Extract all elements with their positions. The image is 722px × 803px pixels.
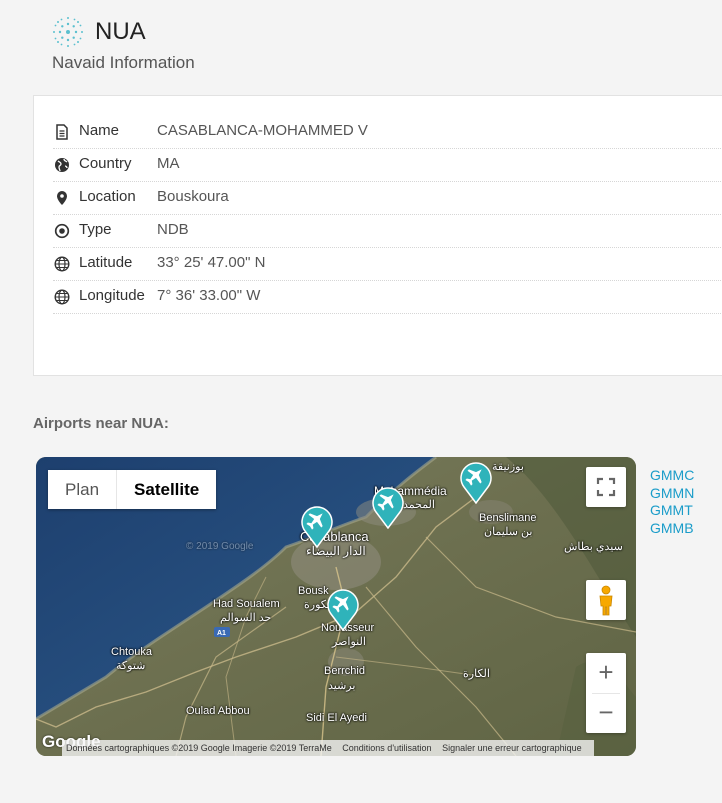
zoom-control: + − — [586, 653, 626, 733]
detail-value: CASABLANCA-MOHAMMED V — [157, 122, 368, 139]
airport-pin-marker[interactable] — [459, 460, 493, 504]
globe-grid-icon — [54, 289, 70, 305]
report-error-link[interactable]: Signaler une erreur cartographique — [442, 743, 582, 753]
map-label-bouskoura: Bousk — [298, 585, 329, 597]
map-type-plan-button[interactable]: Plan — [48, 470, 117, 509]
detail-value: NDB — [157, 221, 189, 238]
detail-row-type: Type NDB — [53, 214, 722, 248]
map-label-berrchid-ar: برشيد — [328, 680, 356, 692]
map-pin-icon — [57, 191, 67, 205]
detail-row-location: Location Bouskoura — [53, 181, 722, 215]
nearby-airports-title: Airports near NUA: — [33, 415, 169, 432]
globe-grid-icon — [54, 256, 70, 272]
detail-label: Location — [79, 188, 136, 205]
detail-value: 33° 25' 47.00" N — [157, 254, 266, 271]
airport-link-gmmc[interactable]: GMMC — [650, 467, 694, 485]
map-label-kara-ar: الكارة — [463, 668, 490, 680]
map-type-satellite-button[interactable]: Satellite — [116, 470, 217, 509]
page-subtitle: Navaid Information — [52, 53, 195, 72]
airport-link-gmmb[interactable]: GMMB — [650, 520, 694, 538]
zoom-out-button[interactable]: − — [586, 693, 626, 733]
airport-pin-marker[interactable] — [371, 485, 405, 529]
airport-pin-marker[interactable] — [300, 504, 334, 548]
map-label-bouznika-ar: بوزنيقة — [492, 461, 524, 473]
airport-link-gmmt[interactable]: GMMT — [650, 502, 694, 520]
detail-label: Latitude — [79, 254, 133, 271]
detail-label: Longitude — [79, 287, 145, 304]
navaid-details-card: Name CASABLANCA-MOHAMMED V Country MA Lo… — [33, 95, 722, 376]
map-label-benslimane-ar: بن سليمان — [484, 526, 533, 538]
detail-row-longitude: Longitude 7° 36' 33.00" W — [53, 280, 722, 314]
map-label-chtouka: Chtouka — [111, 646, 152, 658]
attribution-data: Données cartographiques ©2019 Google Ima… — [66, 743, 332, 753]
map-label-nouasseur-ar: النواصر — [332, 636, 366, 648]
airport-pin-marker[interactable] — [326, 587, 360, 631]
zoom-in-button[interactable]: + — [586, 653, 626, 693]
detail-value: Bouskoura — [157, 188, 229, 205]
document-icon — [56, 124, 68, 140]
map-type-control: Plan Satellite — [48, 470, 217, 509]
navaid-code: NUA — [95, 18, 146, 45]
globe-filled-icon — [55, 158, 69, 172]
radar-logo-icon — [53, 17, 83, 47]
map-label-berrchid: Berrchid — [324, 665, 365, 677]
airports-map[interactable]: A1 © 2019 Google Casablanca الدار البيضا… — [36, 457, 636, 756]
airport-links: GMMC GMMN GMMT GMMB — [650, 467, 694, 537]
road-shield-a1: A1 — [217, 630, 226, 637]
detail-row-country: Country MA — [53, 148, 722, 182]
map-label-benslimane: Benslimane — [479, 512, 537, 524]
airport-link-gmmn[interactable]: GMMN — [650, 485, 694, 503]
map-attribution: Données cartographiques ©2019 Google Ima… — [62, 740, 594, 756]
map-label-sidi-bettache-ar: سيدي بطاش — [564, 541, 623, 553]
detail-label: Name — [79, 122, 120, 139]
detail-value: 7° 36' 33.00" W — [157, 287, 261, 304]
street-view-button[interactable] — [586, 580, 626, 620]
map-label-had-soualem-ar: حد السوالم — [220, 612, 272, 624]
map-label-sidi-el-ayedi: Sidi El Ayedi — [306, 712, 367, 724]
pegman-icon — [599, 585, 613, 616]
map-label-had-soualem: Had Soualem — [213, 598, 280, 610]
detail-value: MA — [157, 155, 180, 172]
map-label-oulad-abbou: Oulad Abbou — [186, 705, 250, 717]
fullscreen-button[interactable] — [586, 467, 626, 507]
terms-link[interactable]: Conditions d'utilisation — [342, 743, 431, 753]
detail-label: Country — [79, 155, 132, 172]
fullscreen-icon — [596, 477, 616, 497]
detail-label: Type — [79, 221, 112, 238]
map-watermark: © 2019 Google — [186, 541, 254, 552]
detail-row-name: Name CASABLANCA-MOHAMMED V — [53, 115, 722, 149]
map-label-chtouka-ar: شتوكة — [116, 660, 146, 672]
detail-row-latitude: Latitude 33° 25' 47.00" N — [53, 247, 722, 281]
target-icon — [54, 223, 70, 239]
